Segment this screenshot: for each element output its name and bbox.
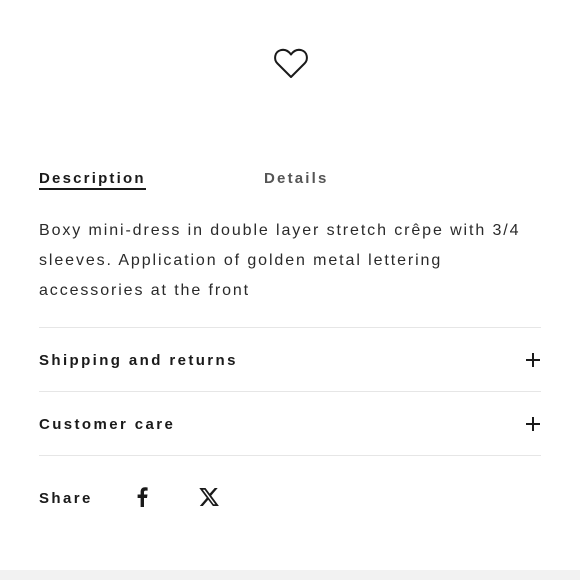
facebook-share-button[interactable]	[131, 486, 153, 508]
share-row: Share	[39, 484, 339, 514]
facebook-icon	[137, 487, 148, 507]
accordion-customer-care[interactable]: Customer care	[39, 404, 541, 444]
plus-icon	[526, 417, 540, 431]
tab-description[interactable]: Description	[39, 170, 146, 190]
x-icon	[199, 488, 219, 506]
divider	[39, 455, 541, 456]
divider	[39, 391, 541, 392]
tab-details[interactable]: Details	[264, 170, 329, 187]
accordion-label: Shipping and returns	[39, 351, 238, 369]
accordion-shipping-returns[interactable]: Shipping and returns	[39, 340, 541, 380]
plus-icon	[526, 353, 540, 367]
wishlist-button[interactable]	[272, 44, 310, 82]
accordion-label: Customer care	[39, 415, 176, 433]
product-info-tabs: Description Details	[39, 170, 541, 192]
product-description: Boxy mini-dress in double layer stretch …	[39, 222, 521, 299]
x-share-button[interactable]	[198, 486, 220, 508]
heart-icon	[274, 48, 308, 78]
divider	[39, 327, 541, 328]
footer-strip	[0, 570, 580, 580]
share-label: Share	[39, 490, 93, 507]
